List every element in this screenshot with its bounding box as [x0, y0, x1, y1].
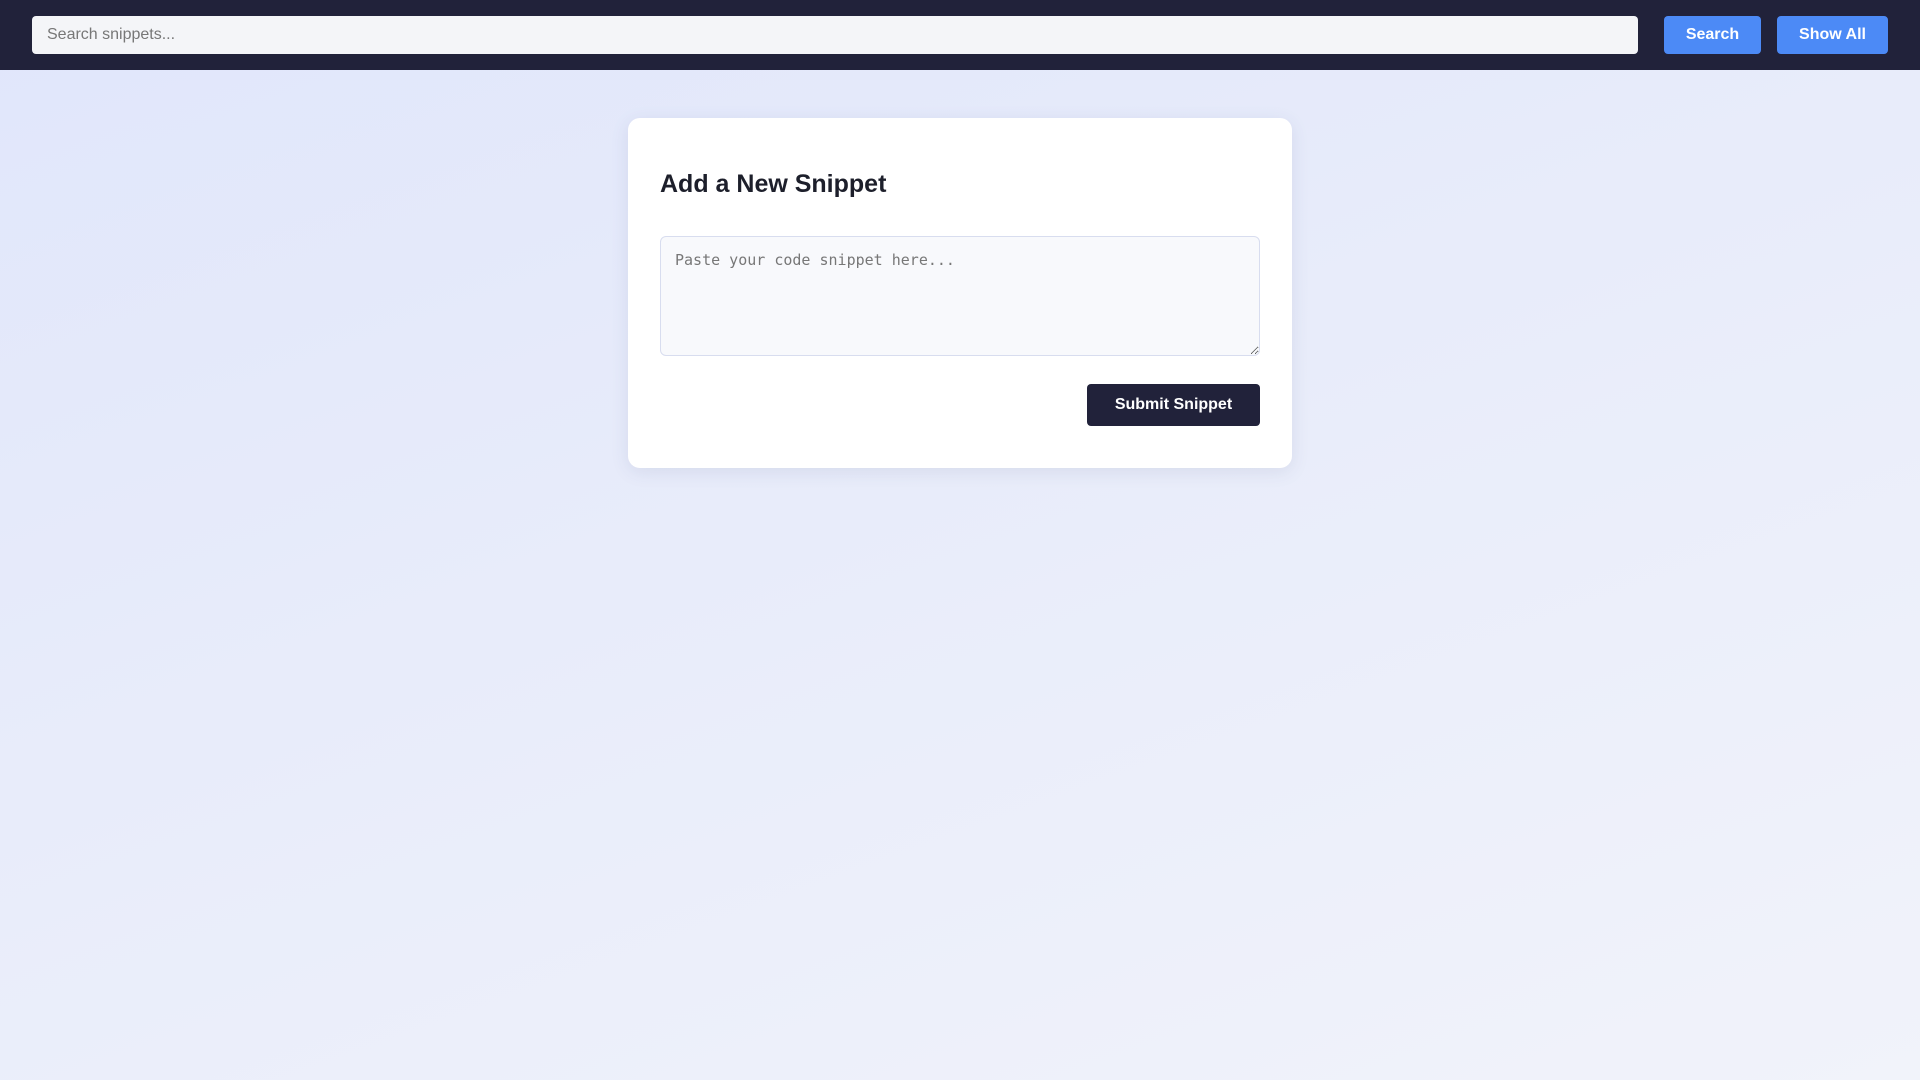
add-snippet-card: Add a New Snippet Submit Snippet — [628, 118, 1292, 468]
submit-snippet-button[interactable]: Submit Snippet — [1087, 384, 1260, 426]
card-title: Add a New Snippet — [660, 170, 887, 198]
top-nav-bar: Search Show All — [0, 0, 1920, 70]
show-all-button[interactable]: Show All — [1777, 16, 1888, 54]
search-input[interactable] — [32, 16, 1638, 54]
snippet-textarea[interactable] — [660, 236, 1260, 356]
search-button[interactable]: Search — [1664, 16, 1761, 54]
